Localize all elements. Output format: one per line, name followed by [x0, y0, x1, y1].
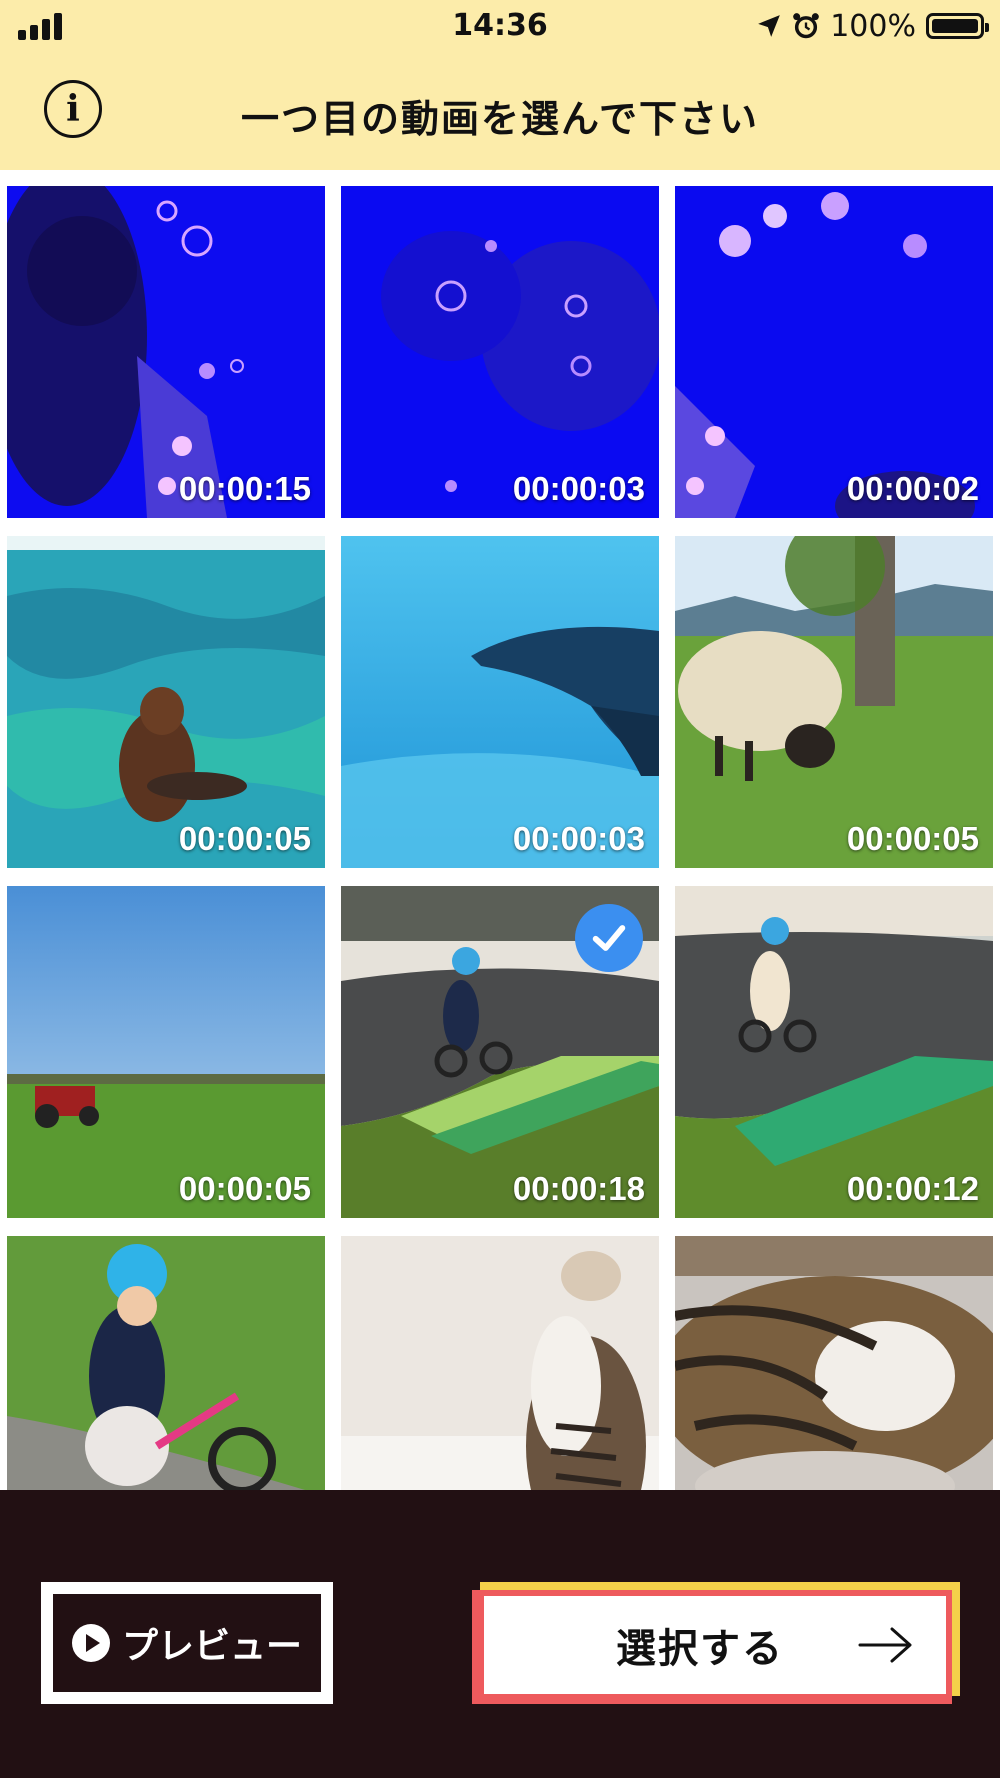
arrow-right-icon [858, 1627, 912, 1663]
status-right: 100% [756, 8, 989, 44]
video-duration: 00:00:02 [846, 470, 979, 507]
location-icon [758, 15, 781, 37]
video-duration: 00:00:05 [178, 820, 311, 857]
status-bar: 14:36 100% [0, 0, 1000, 56]
kid-bike-image [7, 1236, 325, 1490]
video-duration: 00:00:15 [178, 470, 311, 507]
pump-track-2-image [675, 886, 993, 1218]
battery-percent: 100% [830, 8, 916, 44]
tractor-field-image [7, 886, 325, 1218]
play-icon [71, 1624, 110, 1662]
video-thumbnail[interactable] [341, 1236, 659, 1490]
video-duration: 00:00:12 [846, 1170, 979, 1207]
select-button[interactable]: 選択する [472, 1582, 960, 1704]
select-label: 選択する [616, 1626, 784, 1672]
jellyfish-corner-image [675, 186, 993, 518]
video-thumbnail[interactable]: 00:00:18 [341, 886, 659, 1218]
battery-icon [926, 13, 989, 39]
preview-button[interactable]: プレビュー [41, 1582, 333, 1704]
video-duration: 00:00:18 [512, 1170, 645, 1207]
video-thumbnail[interactable]: 00:00:03 [341, 186, 659, 518]
select-button-face: 選択する [484, 1596, 946, 1694]
video-thumbnail[interactable]: 00:00:15 [7, 186, 325, 518]
alarm-icon [793, 13, 820, 39]
selected-checkmark [575, 904, 643, 972]
cat-looking-up-image [341, 1236, 659, 1490]
cat-sleeping-image [675, 1236, 993, 1490]
video-thumbnail[interactable]: 00:00:05 [7, 536, 325, 868]
checkmark-icon [592, 925, 626, 951]
video-thumbnail[interactable] [7, 1236, 325, 1490]
video-thumbnail[interactable]: 00:00:05 [7, 886, 325, 1218]
header-bar: 14:36 100% i 一つ目の動画を選んで下さい [0, 0, 1000, 170]
video-thumbnail[interactable]: 00:00:12 [675, 886, 993, 1218]
video-duration: 00:00:03 [512, 470, 645, 507]
sheep-image [675, 536, 993, 868]
video-duration: 00:00:05 [178, 1170, 311, 1207]
dolphin-image [341, 536, 659, 868]
video-thumbnail[interactable]: 00:00:03 [341, 536, 659, 868]
page-title: 一つ目の動画を選んで下さい [240, 97, 760, 141]
video-thumbnail[interactable] [675, 1236, 993, 1490]
sea-lion-image [7, 536, 325, 868]
video-grid: 00:00:15 00:00:03 00:00:02 00:00:05 00:0… [0, 170, 1000, 1490]
preview-label: プレビュー [121, 1626, 302, 1667]
jellyfish-image [341, 186, 659, 518]
jellyfish-child-image [7, 186, 325, 518]
video-thumbnail[interactable]: 00:00:05 [675, 536, 993, 868]
video-thumbnail[interactable]: 00:00:02 [675, 186, 993, 518]
video-duration: 00:00:05 [846, 820, 979, 857]
video-duration: 00:00:03 [512, 820, 645, 857]
